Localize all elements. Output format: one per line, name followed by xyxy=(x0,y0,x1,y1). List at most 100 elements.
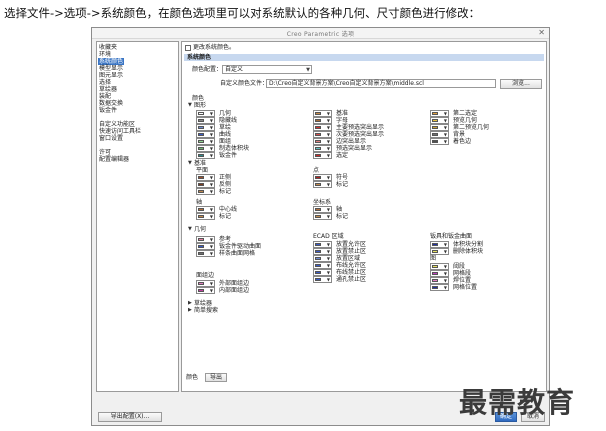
nav-item[interactable]: 钣金件 xyxy=(99,107,117,114)
nav-item[interactable]: 选择 xyxy=(99,79,111,86)
chevron-down-icon: ▼ xyxy=(209,125,213,130)
nav-item[interactable]: 草绘器 xyxy=(99,86,117,93)
color-swatch-button[interactable]: ▼ xyxy=(196,236,215,243)
nav-item[interactable]: 许可 xyxy=(99,149,111,156)
export-colors-button[interactable]: 导出 xyxy=(205,373,227,382)
nav-item[interactable]: 配置编辑器 xyxy=(99,156,129,163)
change-system-colors-label: 更改系统颜色。 xyxy=(193,44,236,51)
color-swatch-button[interactable]: ▼ xyxy=(313,110,332,117)
color-swatch-button[interactable]: ▼ xyxy=(196,124,215,131)
color-swatch-button[interactable]: ▼ xyxy=(196,152,215,159)
color-chip xyxy=(432,112,438,115)
chevron-down-icon: ▼ xyxy=(443,111,447,116)
color-swatch-button[interactable]: ▼ xyxy=(313,213,332,220)
expand-icon[interactable]: ▼ xyxy=(188,160,192,167)
color-swatch-button[interactable]: ▼ xyxy=(196,250,215,257)
color-item-label: 几何 xyxy=(219,110,232,117)
color-swatch-button[interactable]: ▼ xyxy=(196,138,215,145)
color-swatch-button[interactable]: ▼ xyxy=(430,124,449,131)
color-swatch-button[interactable]: ▼ xyxy=(196,174,215,181)
color-swatch-button[interactable]: ▼ xyxy=(313,255,332,262)
color-swatch-button[interactable]: ▼ xyxy=(430,131,449,138)
color-item-label: 选定 xyxy=(336,152,349,159)
color-chip xyxy=(315,215,321,218)
chevron-down-icon: ▼ xyxy=(443,125,447,130)
chevron-down-icon: ▼ xyxy=(209,132,213,137)
color-item-label: 主要预选突出显示 xyxy=(336,124,385,131)
color-swatch-button[interactable]: ▼ xyxy=(313,241,332,248)
nav-item[interactable]: 数据交换 xyxy=(99,100,123,107)
dialog-title: Creo Parametric 选项 xyxy=(286,31,355,38)
color-swatch-button[interactable]: ▼ xyxy=(313,269,332,276)
section-header: 系统颜色 xyxy=(187,54,212,61)
color-swatch-button[interactable]: ▼ xyxy=(313,262,332,269)
browse-button[interactable]: 浏览... xyxy=(500,79,542,89)
change-system-colors-checkbox[interactable] xyxy=(185,45,191,51)
color-swatch-button[interactable]: ▼ xyxy=(313,248,332,255)
color-swatch-button[interactable]: ▼ xyxy=(196,145,215,152)
color-swatch-button[interactable]: ▼ xyxy=(196,110,215,117)
color-swatch-button[interactable]: ▼ xyxy=(430,248,449,255)
chevron-down-icon: ▼ xyxy=(209,146,213,151)
group-heading-sheetmetal: 钣具和钣金曲面 xyxy=(430,233,473,240)
color-swatch-button[interactable]: ▼ xyxy=(196,131,215,138)
color-chip xyxy=(432,133,438,136)
color-swatch-button[interactable]: ▼ xyxy=(196,181,215,188)
nav-item[interactable]: 收藏夹 xyxy=(99,44,117,51)
color-swatch-button[interactable]: ▼ xyxy=(196,287,215,294)
color-swatch-button[interactable]: ▼ xyxy=(313,138,332,145)
chevron-down-icon: ▼ xyxy=(443,285,447,290)
chevron-down-icon: ▼ xyxy=(209,207,213,212)
color-swatch-button[interactable]: ▼ xyxy=(196,206,215,213)
color-swatch-button[interactable]: ▼ xyxy=(313,152,332,159)
color-swatch-button[interactable]: ▼ xyxy=(313,145,332,152)
color-swatch-button[interactable]: ▼ xyxy=(430,138,449,145)
close-icon[interactable]: ✕ xyxy=(538,28,545,37)
collapse-icon[interactable]: ▶ xyxy=(188,307,192,314)
collapse-icon[interactable]: ▶ xyxy=(188,300,192,307)
color-chip xyxy=(315,133,321,136)
custom-file-label: 自定义颜色文件： xyxy=(220,80,269,87)
color-swatch-button[interactable]: ▼ xyxy=(313,117,332,124)
color-swatch-button[interactable]: ▼ xyxy=(313,124,332,131)
nav-item[interactable]: 环境 xyxy=(99,51,111,58)
color-item-label: 次要预选突出显示 xyxy=(336,131,385,138)
color-item-label: 钣金件 xyxy=(219,152,238,159)
nav-item[interactable]: 模型显示 xyxy=(99,65,123,72)
color-swatch-button[interactable]: ▼ xyxy=(196,213,215,220)
nav-item[interactable]: 自定义功能区 xyxy=(99,121,135,128)
color-swatch-button[interactable]: ▼ xyxy=(430,263,449,270)
chevron-down-icon: ▼ xyxy=(209,118,213,123)
color-swatch-button[interactable]: ▼ xyxy=(196,243,215,250)
color-swatch-button[interactable]: ▼ xyxy=(430,277,449,284)
color-config-select[interactable]: 自定义 ▼ xyxy=(222,65,312,74)
chevron-down-icon: ▼ xyxy=(209,244,213,249)
nav-item[interactable]: 窗口设置 xyxy=(99,135,123,142)
color-swatch-button[interactable]: ▼ xyxy=(313,276,332,283)
nav-item[interactable]: 图元显示 xyxy=(99,72,123,79)
expand-icon[interactable]: ▼ xyxy=(188,102,192,109)
custom-file-input[interactable]: D:\Creo自定义背景方案\Creo自定义背景方案\middle.scl xyxy=(266,79,496,88)
nav-item[interactable]: 装配 xyxy=(99,93,111,100)
color-swatch-button[interactable]: ▼ xyxy=(313,174,332,181)
color-swatch-button[interactable]: ▼ xyxy=(313,131,332,138)
chevron-down-icon: ▼ xyxy=(326,118,330,123)
color-item-label: 边突出显示 xyxy=(336,138,367,145)
color-swatch-button[interactable]: ▼ xyxy=(430,241,449,248)
expand-icon[interactable]: ▼ xyxy=(188,226,192,233)
color-item-label: 网格段 xyxy=(453,270,472,277)
export-config-button[interactable]: 导出配置(X)... xyxy=(98,412,162,422)
nav-item[interactable]: 快速访问工具栏 xyxy=(99,128,141,135)
color-swatch-button[interactable]: ▼ xyxy=(430,284,449,291)
color-swatch-button[interactable]: ▼ xyxy=(430,270,449,277)
section-header-bar xyxy=(184,54,544,61)
color-swatch-button[interactable]: ▼ xyxy=(196,117,215,124)
color-swatch-button[interactable]: ▼ xyxy=(430,117,449,124)
color-swatch-button[interactable]: ▼ xyxy=(196,188,215,195)
color-swatch-button[interactable]: ▼ xyxy=(313,181,332,188)
color-swatch-button[interactable]: ▼ xyxy=(313,206,332,213)
color-swatch-button[interactable]: ▼ xyxy=(196,280,215,287)
color-swatch-button[interactable]: ▼ xyxy=(430,110,449,117)
color-chip xyxy=(432,265,438,268)
nav-item[interactable]: 系统颜色 xyxy=(98,58,125,65)
